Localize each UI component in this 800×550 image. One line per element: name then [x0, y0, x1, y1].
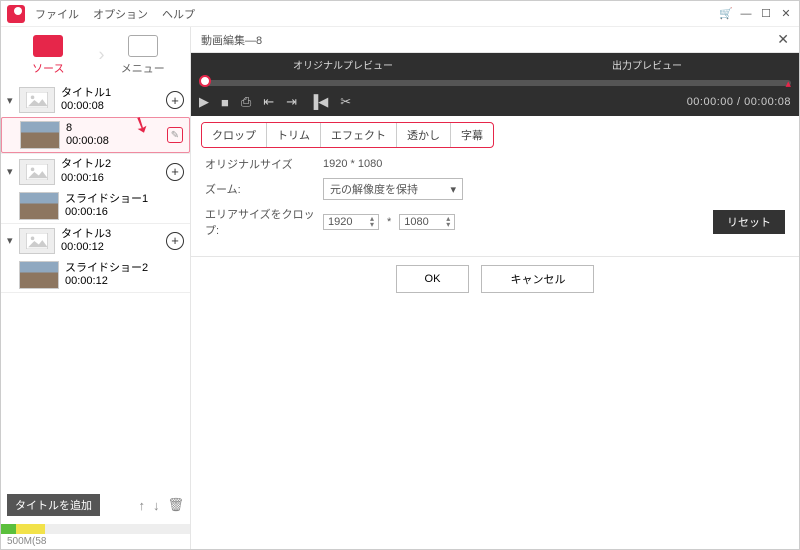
move-up-icon[interactable]: ↑	[138, 498, 145, 513]
menu-help[interactable]: ヘルプ	[162, 6, 195, 22]
cart-icon[interactable]: 🛒	[719, 7, 733, 20]
tab-menu-label: メニュー	[121, 60, 165, 76]
group-title: タイトル200:00:16	[61, 158, 166, 184]
editor-title: 動画編集—8	[201, 32, 262, 48]
editor-panel: 動画編集—8 ✕ オリジナルプレビュー 出力プレビュー ▴ ▶ ■ ⎙ ⇤ ⇥ …	[191, 27, 799, 549]
cut-right-icon[interactable]: ⇥	[286, 94, 297, 110]
capacity-bar	[1, 524, 190, 534]
menu-tab-icon	[128, 35, 158, 57]
group-title: タイトル100:00:08	[61, 87, 166, 113]
orig-size-label: オリジナルサイズ	[205, 156, 315, 172]
edit-tabs: クロップ トリム エフェクト 透かし 字幕	[201, 122, 494, 148]
split-icon[interactable]: ✂	[340, 94, 351, 110]
clip-text: 800:00:08	[66, 122, 167, 148]
app-logo-icon	[7, 5, 25, 23]
menu-file[interactable]: ファイル	[35, 6, 79, 22]
capacity-text: 500M(58	[1, 534, 190, 549]
clip-text: スライドショー100:00:16	[65, 193, 184, 219]
clip-thumb	[19, 192, 59, 220]
placeholder-thumb-icon	[19, 159, 55, 185]
add-clip-button[interactable]: +	[166, 163, 184, 181]
group-header[interactable]: ▾ タイトル200:00:16 +	[1, 154, 190, 188]
source-list: ▾ タイトル100:00:08 + 800:00:08 ➘ ✎ ▾ タイトル20	[1, 83, 190, 490]
group-title: タイトル300:00:12	[61, 228, 166, 254]
minimize-icon[interactable]: —	[739, 8, 753, 20]
play-icon[interactable]: ▶	[199, 94, 209, 110]
move-down-icon[interactable]: ↓	[153, 498, 160, 513]
tab-trim[interactable]: トリム	[267, 123, 321, 147]
close-editor-icon[interactable]: ✕	[777, 31, 789, 48]
menubar: ファイル オプション ヘルプ 🛒 — ☐ ✕	[1, 1, 799, 27]
playhead-handle[interactable]	[199, 75, 211, 87]
tab-menu[interactable]: メニュー	[96, 35, 191, 76]
chevron-down-icon: ▾	[450, 183, 456, 196]
orig-size-value: 1920 * 1080	[323, 158, 382, 170]
collapse-icon[interactable]: ▾	[7, 94, 17, 107]
close-window-icon[interactable]: ✕	[779, 7, 793, 20]
step-back-icon[interactable]: ▐◀	[309, 94, 328, 110]
zoom-select[interactable]: 元の解像度を保持▾	[323, 178, 463, 200]
end-marker-icon[interactable]: ▴	[785, 77, 791, 90]
preview-output-label: 出力プレビュー	[497, 55, 797, 74]
menu-option[interactable]: オプション	[93, 6, 148, 22]
trash-icon[interactable]: 🗑	[167, 497, 184, 513]
tab-watermark[interactable]: 透かし	[397, 123, 451, 147]
edit-clip-button[interactable]: ✎	[167, 127, 183, 143]
placeholder-thumb-icon	[19, 228, 55, 254]
preview-original-label: オリジナルプレビュー	[193, 55, 493, 74]
clip-item[interactable]: スライドショー100:00:16	[1, 189, 190, 223]
clip-text: スライドショー200:00:12	[65, 262, 184, 288]
tab-subtitle[interactable]: 字幕	[451, 123, 493, 147]
clip-thumb	[19, 261, 59, 289]
crop-width-input[interactable]: 1920▴▾	[323, 214, 379, 230]
clip-item[interactable]: 800:00:08 ➘ ✎	[1, 117, 190, 153]
timeline[interactable]: ▴	[191, 76, 799, 88]
source-tab-icon	[33, 35, 63, 57]
tab-effect[interactable]: エフェクト	[321, 123, 397, 147]
tab-source[interactable]: ソース ›	[1, 35, 96, 76]
cut-left-icon[interactable]: ⇤	[263, 94, 274, 110]
maximize-icon[interactable]: ☐	[759, 7, 773, 20]
tab-source-label: ソース	[32, 60, 64, 76]
clip-item[interactable]: スライドショー200:00:12	[1, 258, 190, 292]
collapse-icon[interactable]: ▾	[7, 234, 17, 247]
add-clip-button[interactable]: +	[166, 91, 184, 109]
ok-button[interactable]: OK	[396, 265, 470, 293]
crop-pane: オリジナルサイズ 1920 * 1080 ズーム: 元の解像度を保持▾ エリアサ…	[191, 148, 799, 252]
tab-crop[interactable]: クロップ	[202, 123, 267, 147]
add-clip-button[interactable]: +	[166, 232, 184, 250]
group-header[interactable]: ▾ タイトル100:00:08 +	[1, 83, 190, 117]
snapshot-icon[interactable]: ⎙	[241, 94, 251, 110]
multiply-icon: *	[387, 216, 391, 228]
stop-icon[interactable]: ■	[221, 95, 229, 110]
collapse-icon[interactable]: ▾	[7, 165, 17, 178]
cancel-button[interactable]: キャンセル	[481, 265, 594, 293]
clip-thumb	[20, 121, 60, 149]
add-title-button[interactable]: タイトルを追加	[7, 494, 100, 516]
placeholder-thumb-icon	[19, 87, 55, 113]
area-label: エリアサイズをクロップ:	[205, 206, 315, 238]
time-display: 00:00:00 / 00:00:08	[687, 96, 791, 108]
group-header[interactable]: ▾ タイトル300:00:12 +	[1, 224, 190, 258]
reset-button[interactable]: リセット	[713, 210, 785, 234]
crop-height-input[interactable]: 1080▴▾	[399, 214, 455, 230]
zoom-label: ズーム:	[205, 181, 315, 197]
left-pane: ソース › メニュー ▾ タイトル100:00:08 + 800:00:08	[1, 27, 191, 549]
